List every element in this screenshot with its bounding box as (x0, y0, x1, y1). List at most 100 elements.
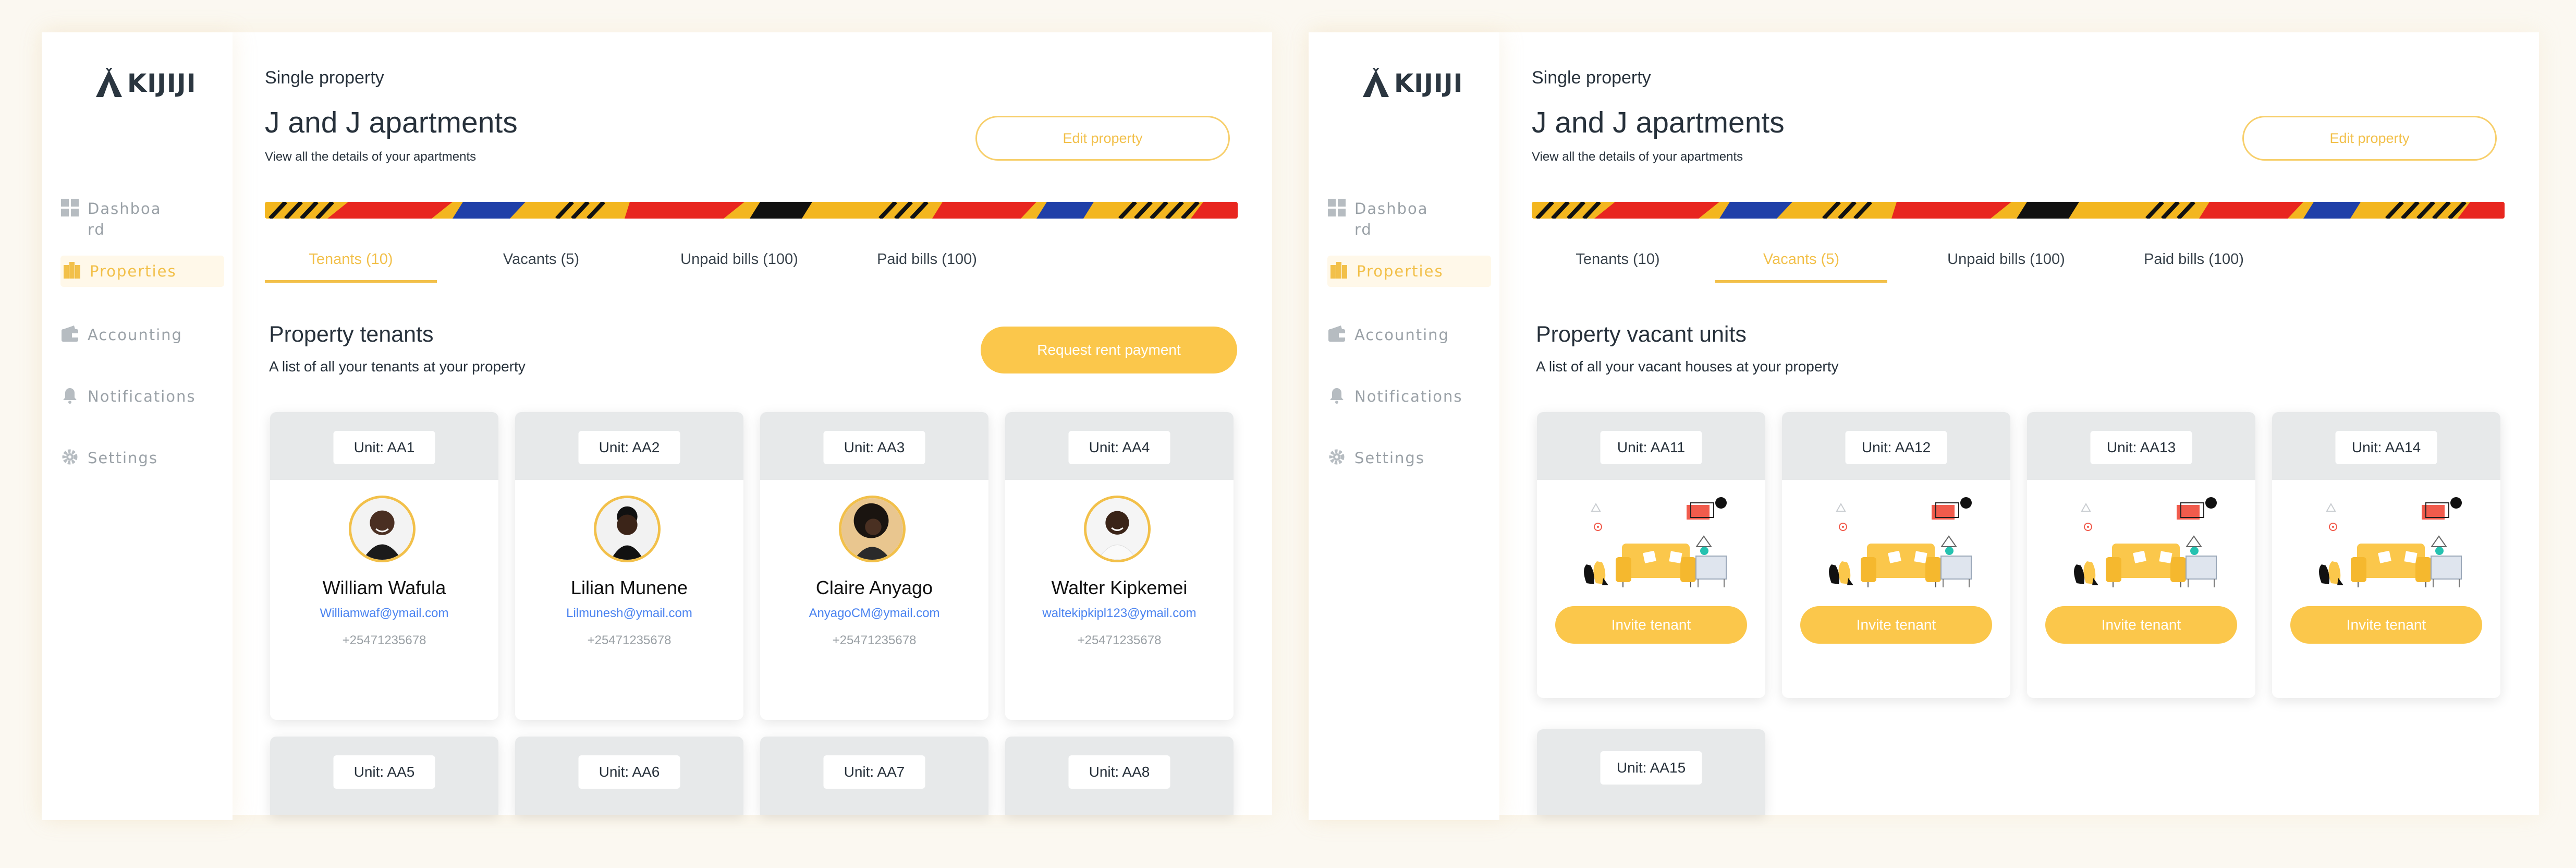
unit-label: Unit: AA8 (1068, 755, 1170, 789)
sidebar-item-label: Settings (1354, 449, 1425, 467)
unit-label: Unit: AA1 (333, 431, 435, 464)
tenant-email[interactable]: Williamwaf@ymail.com (270, 606, 498, 621)
decorative-banner (1532, 202, 2505, 219)
empty-room-illustration (1566, 490, 1738, 605)
tenant-card[interactable]: Unit: AA2 Lilian Munene Lilmunesh@ymail.… (515, 412, 743, 720)
page-title: J and J apartments (1532, 106, 1785, 139)
tenant-email[interactable]: Lilmunesh@ymail.com (515, 606, 743, 621)
tenant-name: Walter Kipkemei (1051, 577, 1188, 598)
wallet-icon (62, 326, 78, 342)
tab-paid-bills[interactable]: Paid bills (100) (849, 238, 1005, 280)
edit-property-button[interactable]: Edit property (975, 116, 1230, 161)
avatar (349, 496, 416, 562)
tenant-card[interactable]: Unit: AA1 William Wafula Williamwaf@ymai… (270, 412, 498, 720)
vacants-screen: KIJIJI Dashboard Properties Accounting N… (1309, 32, 2539, 820)
sidebar-item-label: Accounting (1354, 326, 1449, 344)
unit-label: Unit: AA3 (823, 431, 925, 464)
tab-bar: Tenants (10) Vacants (5) Unpaid bills (1… (265, 238, 1238, 285)
page-subtitle: View all the details of your apartments (1532, 150, 1743, 164)
vacant-unit-card[interactable]: Unit: AA12 Invite tenant (1782, 412, 2010, 698)
section-subtitle: A list of all your vacant houses at your… (1536, 358, 1839, 375)
sidebar-item-notifications[interactable]: Notifications (60, 386, 222, 407)
tab-vacants[interactable]: Vacants (5) (1715, 238, 1887, 283)
sidebar-item-label: Properties (1357, 262, 1444, 280)
unit-label: Unit: AA4 (1068, 431, 1170, 464)
dashboard-icon (61, 199, 79, 216)
section-title: Property tenants (269, 322, 434, 347)
tent-logo-icon (1363, 68, 1389, 97)
tab-tenants[interactable]: Tenants (10) (265, 238, 437, 283)
sidebar-item-accounting[interactable]: Accounting (60, 324, 222, 345)
sidebar-item-dashboard[interactable]: Dashboard (1327, 198, 1489, 240)
logo-text: KIJIJI (127, 69, 197, 98)
page-title: J and J apartments (265, 106, 518, 139)
invite-tenant-button[interactable]: Invite tenant (1800, 606, 1992, 644)
avatar (594, 496, 661, 562)
tenant-card[interactable]: Unit: AA5 (270, 737, 498, 815)
bell-icon (63, 388, 77, 404)
building-icon (64, 262, 80, 279)
building-icon (1330, 262, 1347, 279)
section-title: Property vacant units (1536, 322, 1747, 347)
sidebar-item-label: Accounting (88, 326, 182, 344)
vacant-unit-card[interactable]: Unit: AA14 Invite tenant (2272, 412, 2500, 698)
tab-paid-bills[interactable]: Paid bills (100) (2116, 238, 2272, 280)
empty-room-illustration (2056, 490, 2228, 605)
sidebar-item-settings[interactable]: Settings (60, 448, 222, 468)
tenant-card[interactable]: Unit: AA3 Claire Anyago AnyagoCM@ymail.c… (760, 412, 988, 720)
tenant-name: Lilian Munene (570, 577, 688, 598)
vacant-unit-card[interactable]: Unit: AA13 Invite tenant (2027, 412, 2255, 698)
sidebar: KIJIJI Dashboard Properties Accounting N… (1309, 32, 1499, 820)
decorative-banner (265, 202, 1238, 219)
wallet-icon (1328, 326, 1345, 342)
logo[interactable]: KIJIJI (94, 68, 197, 99)
tenant-phone: +25471235678 (342, 633, 426, 647)
tab-tenants[interactable]: Tenants (10) (1532, 238, 1704, 280)
sidebar-item-properties[interactable]: Properties (60, 256, 224, 287)
invite-tenant-button[interactable]: Invite tenant (2045, 606, 2237, 644)
sidebar-item-settings[interactable]: Settings (1327, 448, 1489, 468)
unit-label: Unit: AA11 (1600, 431, 1702, 464)
sidebar-item-properties[interactable]: Properties (1327, 256, 1491, 287)
tab-vacants[interactable]: Vacants (5) (473, 238, 609, 280)
sidebar: KIJIJI Dashboard Properties Accounting N… (42, 32, 233, 820)
section-subtitle: A list of all your tenants at your prope… (269, 358, 526, 375)
tenant-name: Claire Anyago (815, 577, 933, 598)
sidebar-item-label: Notifications (88, 388, 196, 405)
avatar (839, 496, 906, 562)
sidebar-item-notifications[interactable]: Notifications (1327, 386, 1489, 407)
request-rent-payment-button[interactable]: Request rent payment (981, 327, 1237, 373)
sidebar-item-label: Settings (88, 449, 158, 467)
sidebar-item-label: Properties (90, 262, 177, 280)
tent-logo-icon (96, 68, 122, 97)
logo-text: KIJIJI (1394, 69, 1463, 98)
tenant-phone: +25471235678 (832, 633, 917, 647)
tenant-card[interactable]: Unit: AA6 (515, 737, 743, 815)
unit-label: Unit: AA14 (2335, 431, 2437, 464)
vacant-unit-card[interactable]: Unit: AA11 Invite tenant (1537, 412, 1765, 698)
unit-label: Unit: AA6 (578, 755, 680, 789)
vacant-unit-card[interactable]: Unit: AA15 (1537, 729, 1765, 815)
tenant-email[interactable]: AnyagoCM@ymail.com (760, 606, 988, 621)
unit-label: Unit: AA12 (1845, 431, 1947, 464)
tab-unpaid-bills[interactable]: Unpaid bills (100) (1918, 238, 2095, 280)
tenant-card[interactable]: Unit: AA4 Walter Kipkemei waltekipkipl12… (1005, 412, 1234, 720)
tenant-card[interactable]: Unit: AA7 (760, 737, 988, 815)
unit-label: Unit: AA15 (1600, 751, 1702, 785)
tab-bar: Tenants (10) Vacants (5) Unpaid bills (1… (1532, 238, 2505, 285)
tenant-phone: +25471235678 (587, 633, 672, 647)
empty-room-illustration (2301, 490, 2473, 605)
sidebar-item-dashboard[interactable]: Dashboard (60, 198, 222, 240)
gear-icon (1329, 449, 1345, 465)
tenant-email[interactable]: waltekipkipl123@ymail.com (1005, 606, 1234, 621)
tenant-card[interactable]: Unit: AA8 (1005, 737, 1234, 815)
invite-tenant-button[interactable]: Invite tenant (2290, 606, 2482, 644)
tab-unpaid-bills[interactable]: Unpaid bills (100) (651, 238, 828, 280)
sidebar-item-accounting[interactable]: Accounting (1327, 324, 1489, 345)
logo[interactable]: KIJIJI (1361, 68, 1463, 99)
edit-property-button[interactable]: Edit property (2242, 116, 2497, 161)
invite-tenant-button[interactable]: Invite tenant (1555, 606, 1747, 644)
empty-room-illustration (1811, 490, 1983, 605)
sidebar-item-label: Notifications (1354, 388, 1463, 405)
avatar (1084, 496, 1151, 562)
